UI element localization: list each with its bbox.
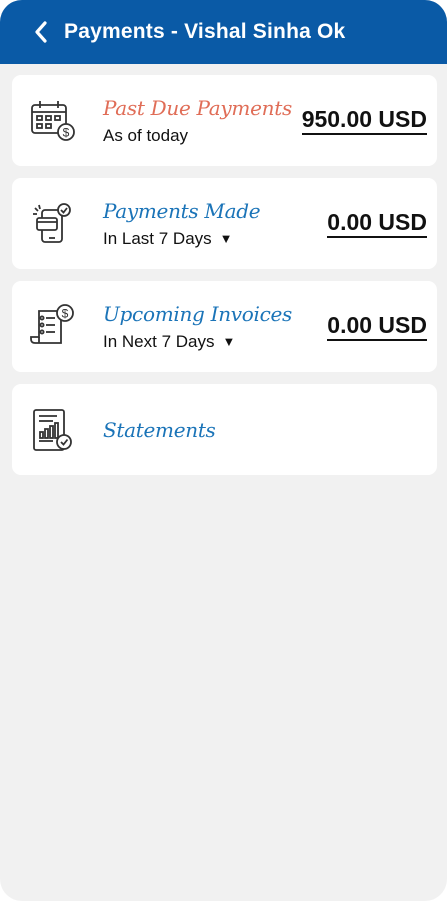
upcoming-invoices-period-label: In Next 7 Days — [103, 331, 215, 351]
past-due-payments-card[interactable]: $ Past Due Payments As of today 950.00 U… — [12, 75, 437, 166]
svg-text:$: $ — [63, 125, 70, 139]
calendar-dollar-icon: $ — [27, 95, 79, 147]
payment-summary-list: $ Past Due Payments As of today 950.00 U… — [0, 64, 447, 475]
upcoming-invoices-card[interactable]: $ Upcoming Invoices In Next 7 Days ▼ 0.0… — [12, 281, 437, 372]
payments-made-period-label: In Last 7 Days — [103, 228, 212, 248]
payments-made-card[interactable]: Payments Made In Last 7 Days ▼ 0.00 USD — [12, 178, 437, 269]
statements-card[interactable]: Statements — [12, 384, 437, 475]
page-title: Payments - Vishal Sinha Ok — [64, 20, 346, 43]
past-due-payments-subtitle: As of today — [103, 125, 189, 145]
caret-down-icon: ▼ — [219, 231, 233, 246]
payments-made-amount[interactable]: 0.00 USD — [327, 208, 427, 238]
svg-text:$: $ — [62, 306, 69, 320]
statements-title: Statements — [103, 417, 216, 442]
app-screen: Payments - Vishal Sinha Ok $ Past Due Pa… — [0, 0, 447, 901]
top-app-bar: Payments - Vishal Sinha Ok — [0, 0, 447, 64]
mobile-card-check-icon — [27, 198, 79, 250]
past-due-amount[interactable]: 950.00 USD — [301, 105, 427, 135]
statement-chart-check-icon — [27, 404, 79, 456]
upcoming-invoices-amount[interactable]: 0.00 USD — [327, 311, 427, 341]
back-button[interactable] — [16, 0, 66, 64]
caret-down-icon: ▼ — [222, 334, 236, 349]
chevron-left-icon — [35, 21, 47, 43]
invoice-dollar-icon: $ — [27, 301, 79, 353]
